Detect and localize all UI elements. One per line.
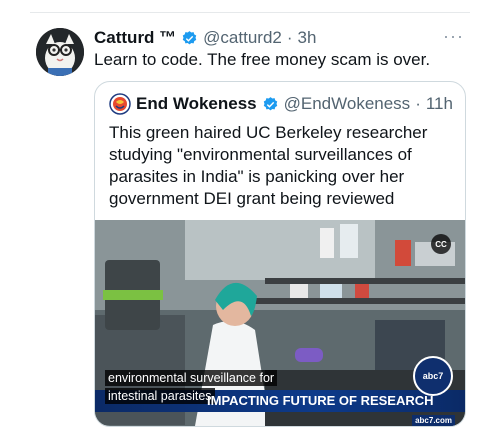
video-player[interactable]: CC environmental surveillance for intest… bbox=[95, 220, 465, 426]
quoted-tweet-header: End Wokeness @EndWokeness · 11h bbox=[109, 92, 455, 116]
quoted-tweet-text: This green haired UC Berkeley researcher… bbox=[109, 123, 428, 208]
more-options-icon[interactable]: ··· bbox=[443, 26, 464, 47]
news-ticker-text: IMPACTING FUTURE OF RESEARCH bbox=[207, 393, 434, 408]
tweet-header: Catturd ™ @catturd2 · 3h bbox=[94, 27, 460, 49]
tweet-text: Learn to code. The free money scam is ov… bbox=[94, 50, 431, 69]
quoted-author-handle[interactable]: @EndWokeness bbox=[284, 94, 411, 114]
header-separator: · bbox=[286, 28, 293, 47]
verified-badge-icon bbox=[182, 30, 197, 44]
closed-captions-icon[interactable]: CC bbox=[431, 234, 451, 254]
top-divider bbox=[30, 12, 470, 13]
author-handle[interactable]: @catturd2 bbox=[203, 28, 282, 48]
abc7-logo-icon: abc7 bbox=[413, 356, 453, 396]
quoted-verified-badge-icon bbox=[263, 96, 277, 110]
quoted-author-avatar[interactable] bbox=[109, 93, 131, 115]
quoted-header-separator: · bbox=[415, 94, 421, 113]
author-name[interactable]: Catturd ™ bbox=[94, 28, 176, 48]
quoted-tweet-timestamp[interactable]: 11h bbox=[426, 94, 453, 114]
tweet-timestamp[interactable]: 3h bbox=[298, 28, 317, 48]
caption-line-2: intestinal parasites bbox=[105, 388, 215, 404]
network-url-label: abc7.com bbox=[412, 415, 455, 426]
caption-line-1: environmental surveillance for bbox=[105, 370, 278, 386]
cat-avatar-image bbox=[36, 28, 84, 76]
author-avatar[interactable] bbox=[36, 28, 84, 76]
quoted-author-name[interactable]: End Wokeness bbox=[136, 94, 257, 114]
quoted-tweet-card[interactable]: End Wokeness @EndWokeness · 11h This gre… bbox=[94, 81, 466, 427]
network-logo-text: abc7 bbox=[422, 371, 444, 381]
